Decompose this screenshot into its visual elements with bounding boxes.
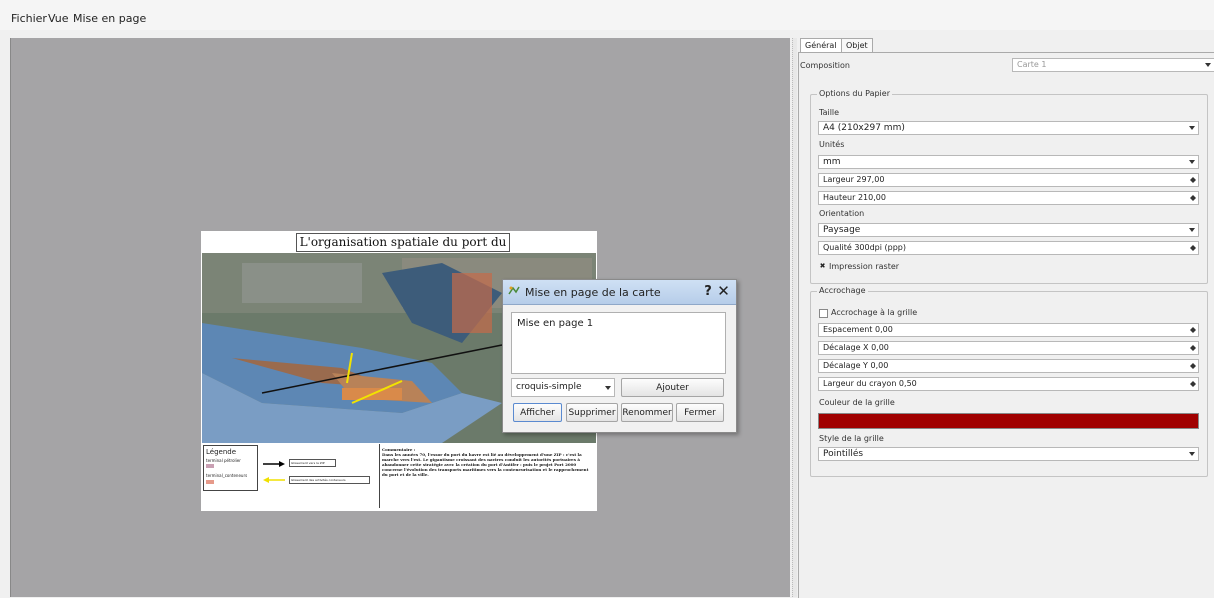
quality-spinbox[interactable]: Qualité 300dpi (ppp) bbox=[818, 241, 1199, 255]
pen-width-spinbox[interactable]: Largeur du crayon 0,50 bbox=[818, 377, 1199, 391]
offset-y-spinbox[interactable]: Décalage Y 0,00 bbox=[818, 359, 1199, 373]
quality-value: Qualité 300dpi (ppp) bbox=[823, 243, 906, 252]
offset-x-value: Décalage X 0,00 bbox=[823, 343, 889, 352]
spin-down-icon[interactable] bbox=[1190, 366, 1196, 369]
width-spinbox[interactable]: Largeur 297,00 bbox=[818, 173, 1199, 187]
black-arrow-icon bbox=[263, 461, 285, 467]
units-value: mm bbox=[823, 157, 841, 167]
offset-y-value: Décalage Y 0,00 bbox=[823, 361, 889, 370]
map-app-icon bbox=[508, 286, 520, 295]
chevron-down-icon bbox=[1189, 160, 1195, 164]
tab-general[interactable]: Général bbox=[800, 38, 842, 53]
legend-title: Légende bbox=[206, 448, 237, 456]
spin-down-icon[interactable] bbox=[1190, 198, 1196, 201]
layout-list[interactable]: Mise en page 1 bbox=[511, 312, 726, 374]
chevron-down-icon bbox=[1205, 63, 1211, 67]
chevron-down-icon bbox=[1189, 452, 1195, 456]
legend-entry-containers: terminal_conteneurs bbox=[206, 473, 248, 478]
height-value: Hauteur 210,00 bbox=[823, 193, 886, 202]
map-title: L'organisation spatiale du port du Havre bbox=[296, 233, 510, 266]
orientation-label: Orientation bbox=[819, 209, 865, 218]
legend-entry-oil: terminal pétrolier bbox=[206, 458, 241, 463]
spin-down-icon[interactable] bbox=[1190, 384, 1196, 387]
menu-fichier[interactable]: Fichier bbox=[11, 12, 47, 25]
snap-label: Accrochage à la grille bbox=[831, 308, 918, 317]
tab-object[interactable]: Objet bbox=[841, 38, 873, 53]
properties-panel: Général Objet Composition Carte 1 Option… bbox=[797, 38, 1214, 598]
spacing-value: Espacement 0,00 bbox=[823, 325, 893, 334]
spin-down-icon[interactable] bbox=[1190, 330, 1196, 333]
close-button[interactable]: Fermer bbox=[676, 403, 724, 422]
raster-label: Impression raster bbox=[829, 262, 900, 271]
delete-button[interactable]: Supprimer bbox=[566, 403, 618, 422]
snap-checkbox[interactable] bbox=[819, 309, 828, 318]
dialog-title: Mise en page de la carte bbox=[525, 286, 661, 299]
offset-x-spinbox[interactable]: Décalage X 0,00 bbox=[818, 341, 1199, 355]
legend-swatch-oil bbox=[206, 464, 214, 468]
pen-width-value: Largeur du crayon 0,50 bbox=[823, 379, 917, 388]
width-value: Largeur 297,00 bbox=[823, 175, 885, 184]
grid-style-combo[interactable]: Pointillés bbox=[818, 447, 1199, 461]
composition-combo[interactable]: Carte 1 bbox=[1012, 58, 1214, 72]
menu-mise-en-page[interactable]: Mise en page bbox=[73, 12, 146, 25]
dialog-titlebar[interactable]: Mise en page de la carte ? ✕ bbox=[503, 280, 736, 305]
show-button[interactable]: Afficher bbox=[513, 403, 562, 422]
menu-vue[interactable]: Vue bbox=[48, 12, 69, 25]
panel-body: Composition Carte 1 Options du Papier Ta… bbox=[798, 52, 1214, 598]
legend-box: Légende terminal pétrolier terminal_cont… bbox=[203, 445, 258, 491]
template-combo-value: croquis-simple bbox=[516, 382, 582, 392]
snapping-title: Accrochage bbox=[817, 286, 868, 295]
spin-down-icon[interactable] bbox=[1190, 348, 1196, 351]
units-combo[interactable]: mm bbox=[818, 155, 1199, 169]
grid-style-label: Style de la grille bbox=[819, 434, 884, 443]
help-icon[interactable]: ? bbox=[702, 284, 714, 299]
legend-arrow-label-containers: Glissement des activités conteneurs bbox=[289, 476, 370, 484]
legend-swatch-containers bbox=[206, 480, 214, 484]
rename-button[interactable]: Renommer bbox=[621, 403, 673, 422]
template-combo[interactable]: croquis-simple bbox=[511, 378, 615, 397]
orientation-combo[interactable]: Paysage bbox=[818, 223, 1199, 237]
legend-arrow-label-zip: Glissement vers la ZIP bbox=[289, 459, 336, 467]
composition-combo-value: Carte 1 bbox=[1017, 60, 1047, 69]
layout-list-item[interactable]: Mise en page 1 bbox=[517, 318, 593, 329]
units-label: Unités bbox=[819, 140, 845, 149]
spacing-spinbox[interactable]: Espacement 0,00 bbox=[818, 323, 1199, 337]
comment-box: Commentaire : Dans les années 70, l'esso… bbox=[379, 444, 594, 508]
add-button[interactable]: Ajouter bbox=[621, 378, 724, 397]
layout-dialog: Mise en page de la carte ? ✕ Mise en pag… bbox=[502, 279, 737, 433]
spin-down-icon[interactable] bbox=[1190, 248, 1196, 251]
grid-style-value: Pointillés bbox=[823, 449, 864, 459]
spin-down-icon[interactable] bbox=[1190, 180, 1196, 183]
grid-color-label: Couleur de la grille bbox=[819, 398, 895, 407]
size-combo[interactable]: A4 (210x297 mm) bbox=[818, 121, 1199, 135]
menu-bar: Fichier Vue Mise en page bbox=[0, 0, 1214, 30]
size-value: A4 (210x297 mm) bbox=[823, 123, 905, 133]
orientation-value: Paysage bbox=[823, 225, 861, 235]
grid-color-button[interactable] bbox=[818, 413, 1199, 429]
size-label: Taille bbox=[819, 108, 840, 117]
close-icon[interactable]: ✕ bbox=[716, 284, 731, 299]
chevron-down-icon bbox=[1189, 228, 1195, 232]
composition-label: Composition bbox=[800, 61, 850, 70]
chevron-down-icon bbox=[605, 385, 611, 390]
paper-options-title: Options du Papier bbox=[817, 89, 892, 98]
chevron-down-icon bbox=[1189, 126, 1195, 130]
raster-checkbox[interactable]: ✖ bbox=[819, 263, 826, 270]
height-spinbox[interactable]: Hauteur 210,00 bbox=[818, 191, 1199, 205]
comment-body: Dans les années 70, l'essor du port du h… bbox=[382, 452, 589, 477]
yellow-arrow-icon bbox=[263, 477, 285, 483]
